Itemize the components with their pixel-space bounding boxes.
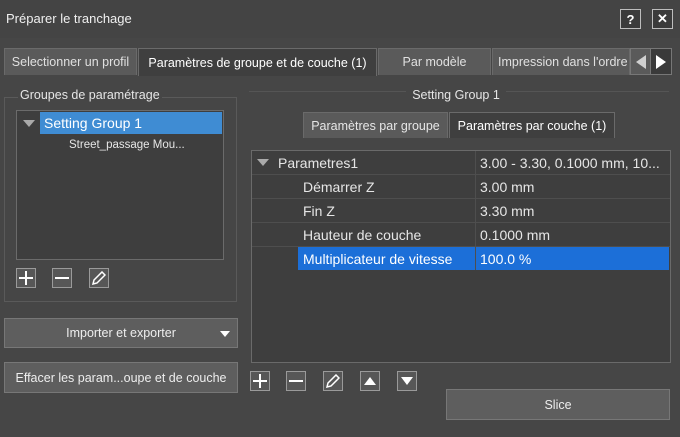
arrow-right-icon [656,54,666,69]
add-group-button[interactable] [16,268,36,288]
chevron-down-icon [220,331,230,337]
row-name: Fin Z [303,203,335,219]
move-up-button[interactable] [360,371,380,391]
pencil-icon [92,271,106,285]
remove-group-button[interactable] [52,268,72,288]
setting-group-title-text: Setting Group 1 [406,88,506,102]
arrow-up-icon [364,377,376,385]
row-value: 100.0 % [480,251,532,267]
tab-per-model[interactable]: Par modèle [378,48,491,75]
add-layer-button[interactable] [250,371,270,391]
minus-icon [55,277,69,279]
tree-item-model[interactable]: Street_passage Mou... [69,139,185,151]
help-button[interactable]: ? [620,9,641,29]
plus-icon [253,374,267,388]
slice-button[interactable]: Slice [446,389,670,420]
subtab-per-layer[interactable]: Paramètres par couche (1) [449,112,615,138]
import-export-label: Importer et exporter [66,326,176,340]
edit-group-button[interactable] [89,268,109,288]
tab-select-profile[interactable]: Selectionner un profil [4,48,137,75]
close-button[interactable]: ✕ [652,9,673,29]
row-name: Démarrer Z [303,179,375,195]
minus-icon [289,380,303,382]
row-name: Hauteur de couche [303,227,422,243]
import-export-button[interactable]: Importer et exporter [4,318,238,348]
expand-caret-icon[interactable] [23,120,35,127]
plus-icon [19,271,33,285]
tree-item-label: Setting Group 1 [44,115,143,131]
tab-group-layer-settings[interactable]: Paramètres de groupe et de couche (1) [138,48,377,76]
arrow-down-icon [401,377,413,385]
move-down-button[interactable] [397,371,417,391]
row-name: Parametres1 [278,155,359,171]
row-value: 0.1000 mm [480,227,551,243]
clear-group-layer-button[interactable]: Effacer les param...oupe et de couche [4,362,238,393]
row-value: 3.30 mm [480,203,535,219]
collapse-caret-icon[interactable] [257,159,269,166]
column-divider [475,151,476,270]
edit-layer-button[interactable] [323,371,343,391]
tab-scroll-left-button[interactable] [630,48,652,75]
row-value: 3.00 mm [480,179,535,195]
window-title: Préparer le tranchage [6,11,132,26]
tab-print-order[interactable]: Impression dans l'ordre [492,48,630,75]
tab-scroll-right-button[interactable] [650,48,672,75]
subtab-per-group[interactable]: Paramètres par groupe [303,112,448,138]
setting-group-title: Setting Group 1 [250,88,662,102]
arrow-left-icon [636,54,646,69]
setting-groups-title: Groupes de paramétrage [18,88,162,102]
remove-layer-button[interactable] [286,371,306,391]
row-value: 3.00 - 3.30, 0.1000 mm, 10... [480,155,660,171]
row-name: Multiplicateur de vitesse [303,251,453,267]
pencil-icon [326,374,340,388]
